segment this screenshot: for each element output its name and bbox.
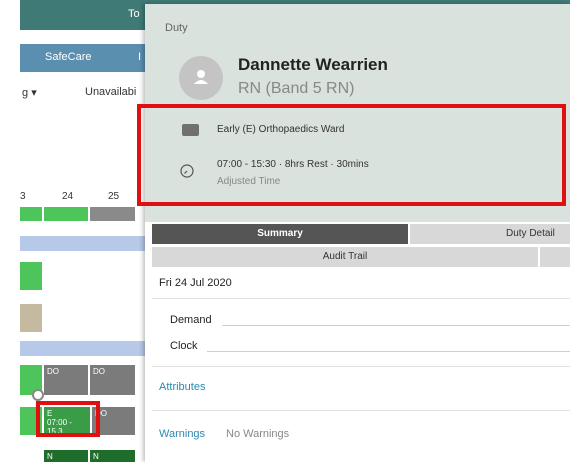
tab-label: Duty Detail (506, 228, 555, 239)
avatar (179, 56, 223, 100)
group-band (20, 236, 145, 251)
employee-name: Dannette Wearrien (238, 55, 388, 74)
shift-block[interactable] (20, 304, 42, 332)
date-header: 24 (62, 191, 74, 202)
warnings-value: No Warnings (226, 428, 290, 440)
shift-cell[interactable]: N (90, 450, 135, 462)
attributes-link[interactable]: Attributes (159, 381, 205, 393)
warnings-link[interactable]: Warnings (159, 428, 205, 440)
person-icon (194, 70, 208, 84)
highlight-box (36, 401, 100, 437)
highlight-box (137, 104, 566, 206)
group-band (20, 341, 145, 356)
panel-title: Duty (165, 22, 188, 34)
clock-label: Clock (170, 340, 198, 352)
day-strip (20, 207, 42, 221)
tab-safecare[interactable]: SafeCare (45, 51, 91, 63)
filter-dropdown[interactable]: g ▾ (22, 86, 37, 99)
tab-partial[interactable]: I (138, 51, 141, 63)
shift-cell[interactable]: DO (90, 365, 135, 395)
chevron-down-icon: ▾ (31, 87, 37, 99)
divider (152, 298, 570, 299)
date-header: 25 (108, 191, 120, 202)
divider (152, 410, 570, 411)
left-margin (0, 0, 20, 462)
employee-role: RN (Band 5 RN) (238, 80, 355, 97)
tab-duty-details[interactable]: Duty Detail (410, 224, 570, 244)
demand-label: Demand (170, 314, 212, 326)
shift-block[interactable] (20, 262, 42, 290)
divider (152, 366, 570, 367)
day-strip (90, 207, 135, 221)
shift-cell[interactable]: N (44, 450, 88, 462)
app-title: To (128, 8, 140, 20)
tab-partial[interactable] (540, 247, 570, 267)
tab-audit-trail[interactable]: Audit Trail (152, 247, 538, 267)
shift-cell[interactable]: DO (44, 365, 88, 395)
clock-bar (207, 351, 570, 352)
duty-date: Fri 24 Jul 2020 (159, 277, 232, 289)
filter-label: g (22, 87, 29, 99)
day-strip (44, 207, 88, 221)
date-header: 3 (20, 191, 26, 202)
tab-summary[interactable]: Summary (152, 224, 408, 244)
unavailability-filter[interactable]: Unavailabi (85, 86, 136, 98)
marker-icon (32, 389, 44, 401)
demand-bar (222, 325, 570, 326)
